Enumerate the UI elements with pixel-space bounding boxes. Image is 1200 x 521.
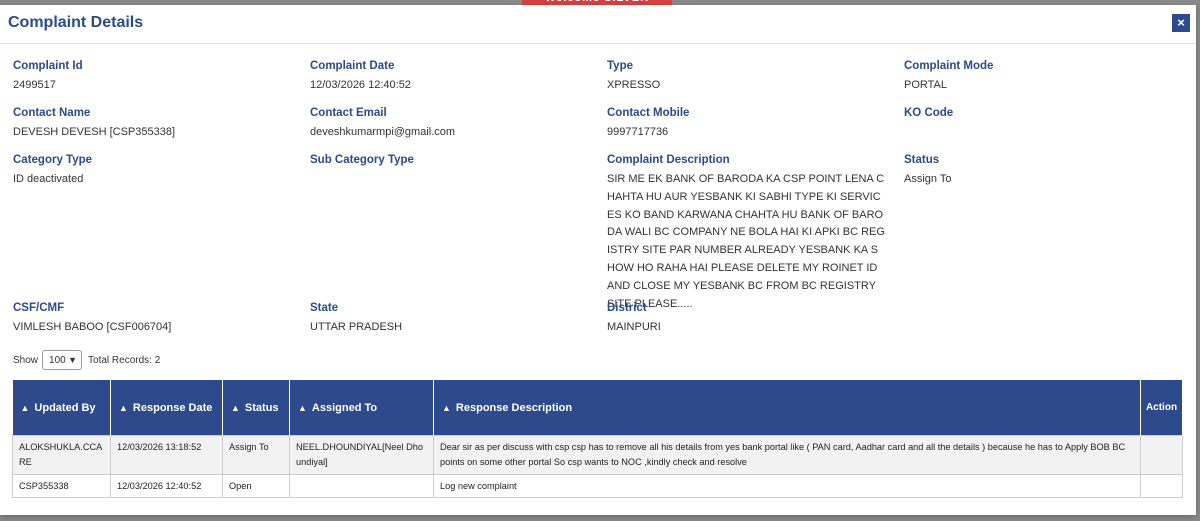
column-header-response-description[interactable]: ▲︎ Response Description bbox=[433, 380, 1141, 436]
state-label: State bbox=[310, 302, 339, 314]
contact-name-value: DEVESH DEVESH [CSP355338] bbox=[13, 126, 176, 138]
sort-icon: ▲︎ bbox=[298, 402, 307, 413]
cell-assigned-to: NEEL.DHOUNDIYAL[Neel Dhoundiyal] bbox=[289, 435, 434, 475]
district-label: District bbox=[607, 302, 647, 314]
sort-icon: ▲︎ bbox=[119, 402, 128, 413]
complaint-mode-value: PORTAL bbox=[904, 79, 947, 91]
csf-cmf-field: CSF/CMF VIMLESH BABOO [CSF006704] bbox=[13, 302, 171, 337]
complaint-mode-field: Complaint Mode PORTAL bbox=[904, 60, 993, 95]
contact-mobile-value: 9997717736 bbox=[607, 126, 669, 138]
status-field: Status Assign To bbox=[904, 154, 952, 189]
complaint-id-field: Complaint Id 2499517 bbox=[13, 60, 83, 95]
cell-status: Assign To bbox=[222, 435, 290, 475]
sort-icon: ▲︎ bbox=[20, 402, 30, 413]
show-label: Show bbox=[13, 354, 39, 366]
cell-action[interactable] bbox=[1140, 474, 1183, 498]
status-label: Status bbox=[904, 154, 940, 166]
column-header-response-date[interactable]: ▲︎ Response Date bbox=[110, 380, 223, 436]
total-records: Total Records: 2 bbox=[88, 354, 161, 366]
type-field: Type XPRESSO bbox=[607, 60, 660, 95]
cell-updated-by: CSP355338 bbox=[12, 474, 111, 498]
cell-status: Open bbox=[222, 474, 290, 498]
complaint-mode-label: Complaint Mode bbox=[904, 60, 994, 72]
column-header-assigned-to[interactable]: ▲︎ Assigned To bbox=[289, 380, 434, 436]
page-size-value: 100 bbox=[49, 354, 66, 366]
page-size-select[interactable]: 100 ▼ bbox=[42, 350, 83, 370]
category-type-field: Category Type ID deactivated bbox=[13, 154, 92, 189]
cell-updated-by: ALOKSHUKLA.CCARE bbox=[12, 435, 111, 475]
sort-icon: ▲︎ bbox=[442, 402, 451, 413]
csf-cmf-value: VIMLESH BABOO [CSF006704] bbox=[13, 321, 172, 333]
ko-code-label: KO Code bbox=[904, 107, 954, 119]
state-value: UTTAR PRADESH bbox=[310, 321, 403, 333]
cell-assigned-to bbox=[289, 474, 434, 498]
type-label: Type bbox=[607, 60, 633, 72]
contact-name-field: Contact Name DEVESH DEVESH [CSP355338] bbox=[13, 107, 175, 142]
modal-header: Complaint Details × bbox=[0, 5, 1196, 44]
cell-response-date: 12/03/2026 12:40:52 bbox=[110, 474, 223, 498]
complaint-id-value: 2499517 bbox=[13, 79, 56, 91]
district-value: MAINPURI bbox=[607, 321, 661, 333]
column-header-updated-by[interactable]: ▲︎ Updated By bbox=[12, 380, 111, 436]
modal-title: Complaint Details bbox=[8, 14, 144, 31]
complaint-date-label: Complaint Date bbox=[310, 60, 395, 72]
contact-mobile-field: Contact Mobile 9997717736 bbox=[607, 107, 689, 142]
category-type-label: Category Type bbox=[13, 154, 93, 166]
sort-icon: ▲︎ bbox=[231, 402, 240, 413]
cell-response-description: Dear sir as per discuss with csp csp has… bbox=[433, 435, 1141, 475]
chevron-down-icon: ▼ bbox=[68, 355, 78, 365]
sub-category-type-field: Sub Category Type bbox=[310, 154, 414, 171]
district-field: District MAINPURI bbox=[607, 302, 661, 337]
complaint-description-field: Complaint Description SIR ME EK BANK OF … bbox=[607, 154, 885, 313]
complaint-details-modal: Complaint Details × Complaint Id 2499517… bbox=[0, 5, 1196, 515]
column-header-status[interactable]: ▲︎ Status bbox=[222, 380, 290, 436]
type-value: XPRESSO bbox=[607, 79, 661, 91]
state-field: State UTTAR PRADESH bbox=[310, 302, 402, 337]
column-header-action: Action bbox=[1140, 380, 1183, 436]
complaint-description-value: SIR ME EK BANK OF BARODA KA CSP POINT LE… bbox=[607, 173, 885, 310]
category-type-value: ID deactivated bbox=[13, 173, 84, 185]
sub-category-type-label: Sub Category Type bbox=[310, 154, 414, 166]
contact-email-value: deveshkumarmpi@gmail.com bbox=[310, 126, 456, 138]
responses-table: ▲︎ Updated By ▲︎ Response Date ▲︎ Status ▲︎… bbox=[12, 380, 1183, 498]
complaint-date-field: Complaint Date 12/03/2026 12:40:52 bbox=[310, 60, 411, 95]
complaint-id-label: Complaint Id bbox=[13, 60, 83, 72]
table-header-row: ▲︎ Updated By ▲︎ Response Date ▲︎ Status ▲︎… bbox=[12, 380, 1183, 436]
cell-action[interactable] bbox=[1140, 435, 1183, 475]
contact-email-field: Contact Email deveshkumarmpi@gmail.com bbox=[310, 107, 455, 142]
page-size-control: Show 100 ▼ Total Records: 2 bbox=[13, 350, 160, 370]
complaint-date-value: 12/03/2026 12:40:52 bbox=[310, 79, 411, 91]
close-icon[interactable]: × bbox=[1172, 14, 1190, 32]
table-row: CSP355338 12/03/2026 12:40:52 Open Log n… bbox=[12, 474, 1183, 498]
complaint-description-label: Complaint Description bbox=[607, 154, 730, 166]
cell-response-date: 12/03/2026 13:18:52 bbox=[110, 435, 223, 475]
table-row: ALOKSHUKLA.CCARE 12/03/2026 13:18:52 Ass… bbox=[12, 435, 1183, 475]
csf-cmf-label: CSF/CMF bbox=[13, 302, 65, 314]
contact-mobile-label: Contact Mobile bbox=[607, 107, 690, 119]
ko-code-field: KO Code bbox=[904, 107, 953, 124]
contact-email-label: Contact Email bbox=[310, 107, 387, 119]
cell-response-description: Log new complaint bbox=[433, 474, 1141, 498]
status-value: Assign To bbox=[904, 173, 952, 185]
contact-name-label: Contact Name bbox=[13, 107, 91, 119]
